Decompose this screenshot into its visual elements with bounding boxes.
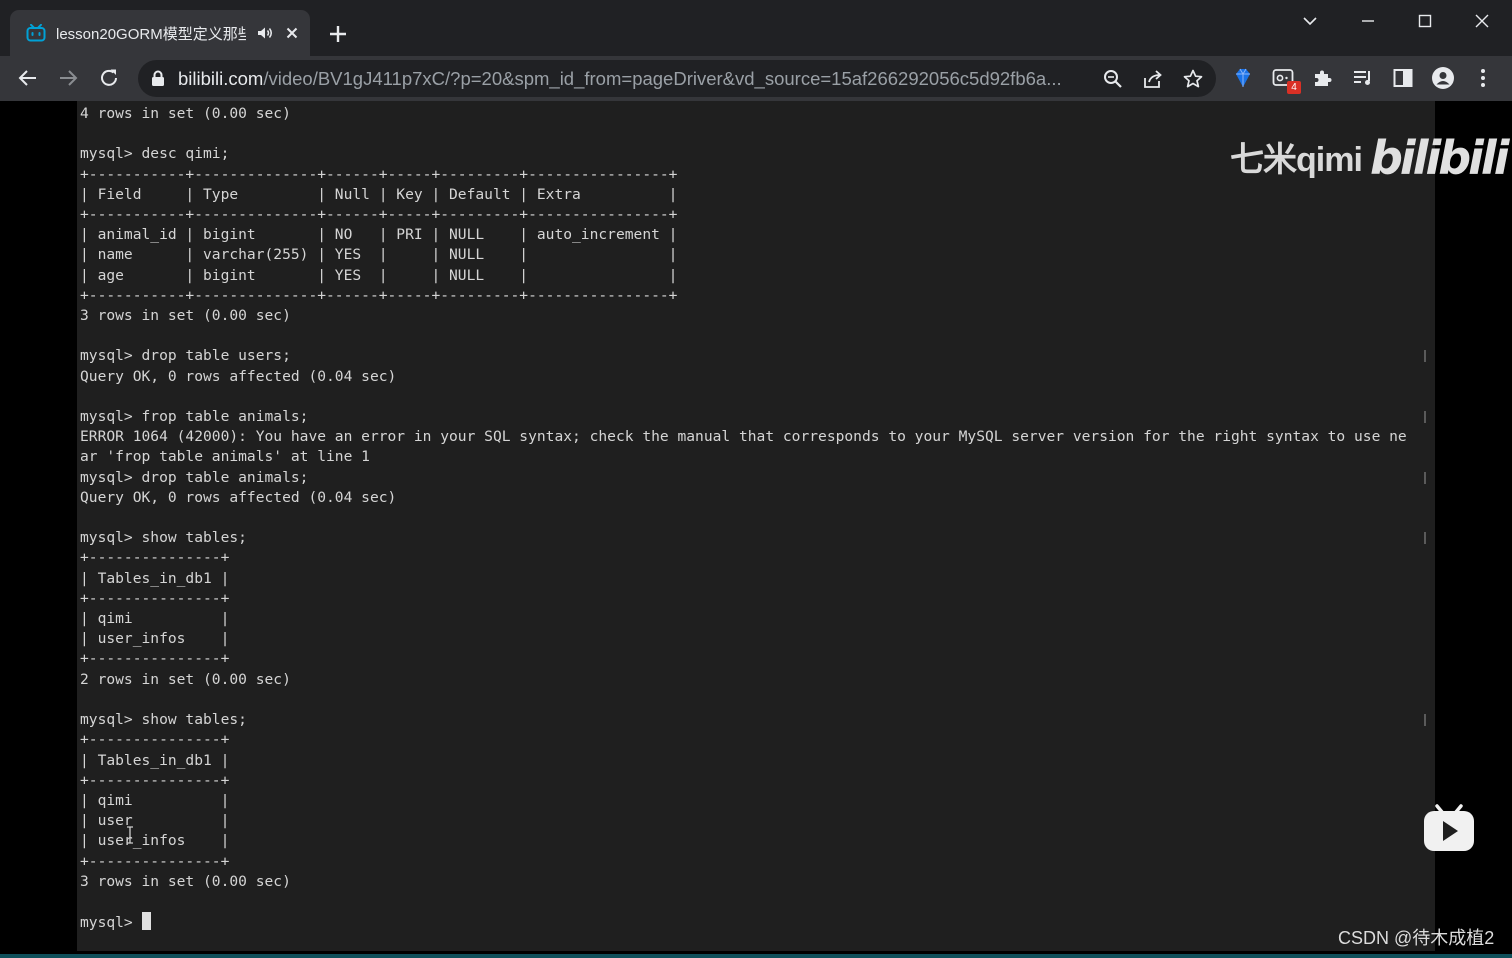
terminal-line: | Tables_in_db1 | [80,751,230,769]
browser-tab[interactable]: lesson20GORM模型定义那些 [10,10,310,56]
terminal-line: Query OK, 0 rows affected (0.04 sec) [80,367,397,385]
diamond-extension-icon[interactable] [1231,66,1255,90]
terminal-prompt: mysql> [80,914,142,932]
extension-badge: 4 [1287,81,1301,94]
terminal-line: 4 rows in set (0.00 sec) [80,105,291,122]
terminal-line: mysql> drop table users; [80,347,291,365]
minimize-icon[interactable] [1354,10,1382,32]
bilibili-tv-icon [26,24,46,42]
terminal-line: Query OK, 0 rows affected (0.04 sec) [80,488,397,506]
terminal-line: | user | [80,812,230,830]
reading-list-icon[interactable] [1351,66,1375,90]
terminal-line: mysql> desc qimi; [80,145,230,163]
scroll-marker [1424,714,1426,726]
terminal-line: | Tables_in_db1 | [80,569,230,587]
terminal-line: +---------------+ [80,650,230,668]
terminal-line: mysql> drop table animals; [80,468,309,486]
profile-avatar-icon[interactable] [1431,66,1455,90]
terminal-line: +---------------+ [80,549,230,567]
url-text[interactable]: bilibili.com/video/BV1gJ411p7xC/?p=20&sp… [178,68,1090,90]
play-icon[interactable] [1422,800,1476,854]
share-icon[interactable] [1142,68,1164,90]
scroll-marker [1424,411,1426,423]
bilibili-logo: bilibili [1370,131,1509,185]
terminal-line: 3 rows in set (0.00 sec) [80,872,291,890]
terminal-line: 2 rows in set (0.00 sec) [80,670,291,688]
lock-icon[interactable] [151,70,165,87]
scroll-marker [1424,532,1426,544]
terminal-line: | user_infos | [80,630,230,648]
terminal-cursor [141,912,151,931]
kebab-menu-icon[interactable] [1471,66,1495,90]
csdn-credit: CSDN @待木成植2 [1338,928,1495,948]
text-cursor-icon [127,826,133,844]
terminal-line: +-----------+--------------+------+-----… [80,165,678,183]
close-icon[interactable] [284,25,300,41]
terminal-line: | animal_id | bigint | NO | PRI | NULL |… [80,226,678,244]
terminal-line: ar 'frop table animals' at line 1 [80,448,370,466]
close-window-icon[interactable] [1468,10,1496,32]
terminal-line: +-----------+--------------+------+-----… [80,206,678,224]
uploader-watermark: 七米qimi bilibili [1230,128,1509,188]
terminal-line: | age | bigint | YES | | NULL | | [80,266,678,284]
terminal-line: | user_infos | [80,832,230,850]
plus-icon[interactable] [326,22,350,46]
puzzle-extensions-icon[interactable] [1311,66,1335,90]
terminal-line: ERROR 1064 (42000): You have an error in… [80,428,1407,446]
terminal-line: +-----------+--------------+------+-----… [80,286,678,304]
progress-line [0,954,1512,958]
extension-badge-count: 4 [1291,82,1297,93]
terminal-line: mysql> show tables; [80,711,247,729]
terminal-line: 3 rows in set (0.00 sec) [80,307,291,325]
terminal-line: +---------------+ [80,771,230,789]
scroll-marker [1424,472,1426,484]
terminal-line: mysql> frop table animals; [80,408,309,426]
zoom-icon[interactable] [1102,68,1124,90]
watermark-text: 七米qimi [1230,141,1363,179]
terminal-line: +---------------+ [80,589,230,607]
bookmark-star-icon[interactable] [1182,68,1204,90]
terminal-line: | Field | Type | Null | Key | Default | … [80,185,678,203]
terminal-line: | qimi | [80,610,230,628]
chevron-down-icon[interactable] [1296,10,1324,32]
url-domain: bilibili.com [178,68,264,89]
scroll-marker [1424,350,1426,362]
tab-title: lesson20GORM模型定义那些 [56,26,246,43]
maximize-icon[interactable] [1411,10,1439,32]
terminal-line: | name | varchar(255) | YES | | NULL | | [80,246,678,264]
terminal-line: +---------------+ [80,852,230,870]
speaker-icon[interactable] [256,24,274,42]
tab-strip: lesson20GORM模型定义那些 [0,0,1512,56]
terminal-line: +---------------+ [80,731,230,749]
browser-toolbar: bilibili.com/video/BV1gJ411p7xC/?p=20&sp… [0,56,1512,101]
terminal-line: mysql> show tables; [80,529,247,547]
back-arrow-icon[interactable] [16,66,40,90]
terminal-history: 4 rows in set (0.00 sec) mysql> desc qim… [80,105,1407,890]
reload-icon[interactable] [97,66,121,90]
terminal-output: 4 rows in set (0.00 sec) mysql> desc qim… [80,104,1407,933]
address-bar[interactable]: bilibili.com/video/BV1gJ411p7xC/?p=20&sp… [138,60,1216,97]
side-panel-icon[interactable] [1391,66,1415,90]
url-path: /video/BV1gJ411p7xC/?p=20&spm_id_from=pa… [263,68,1062,89]
forward-arrow-icon[interactable] [56,66,80,90]
terminal-line: | qimi | [80,791,230,809]
